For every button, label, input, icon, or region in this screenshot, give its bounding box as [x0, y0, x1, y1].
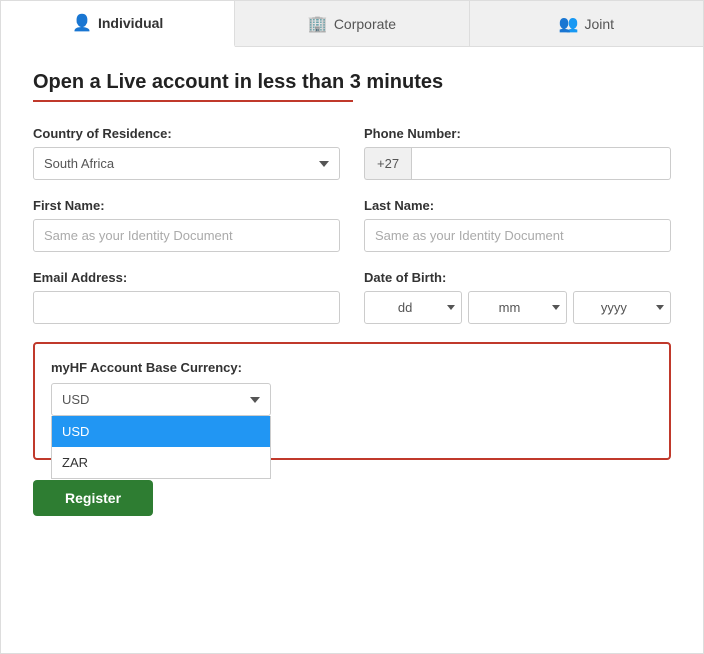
- group-lastname: Last Name:: [364, 198, 671, 252]
- email-label: Email Address:: [33, 270, 340, 285]
- group-email: Email Address:: [33, 270, 340, 324]
- tab-bar: 👤 Individual 🏢 Corporate 👥 Joint: [1, 1, 703, 47]
- dob-group: dd mm yyyy: [364, 291, 671, 324]
- register-button[interactable]: Register: [33, 480, 153, 516]
- country-label: Country of Residence:: [33, 126, 340, 141]
- page-title: Open a Live account in less than 3 minut…: [33, 71, 671, 94]
- group-firstname: First Name:: [33, 198, 340, 252]
- group-dob: Date of Birth: dd mm yyyy: [364, 270, 671, 324]
- lastname-label: Last Name:: [364, 198, 671, 213]
- firstname-input[interactable]: [33, 219, 340, 252]
- lastname-input[interactable]: [364, 219, 671, 252]
- currency-option-usd-item[interactable]: USD: [52, 416, 270, 447]
- row-names: First Name: Last Name:: [33, 198, 671, 252]
- dob-label: Date of Birth:: [364, 270, 671, 285]
- email-input[interactable]: [33, 291, 340, 324]
- tab-corporate[interactable]: 🏢 Corporate: [235, 1, 469, 46]
- firstname-label: First Name:: [33, 198, 340, 213]
- main-container: 👤 Individual 🏢 Corporate 👥 Joint Open a …: [0, 0, 704, 654]
- individual-icon: 👤: [72, 13, 92, 33]
- currency-dropdown-options: USD ZAR: [51, 416, 271, 479]
- corporate-icon: 🏢: [308, 14, 328, 34]
- title-underline: [33, 100, 353, 102]
- dob-dd-select[interactable]: dd: [364, 291, 462, 324]
- phone-group: +27: [364, 147, 671, 180]
- form-content: Open a Live account in less than 3 minut…: [1, 47, 703, 540]
- tab-joint[interactable]: 👥 Joint: [470, 1, 703, 46]
- dob-yyyy-select[interactable]: yyyy: [573, 291, 671, 324]
- phone-label: Phone Number:: [364, 126, 671, 141]
- phone-prefix: +27: [364, 147, 411, 180]
- currency-section-label: myHF Account Base Currency:: [51, 360, 653, 375]
- tab-individual[interactable]: 👤 Individual: [1, 1, 235, 47]
- currency-option-zar-item[interactable]: ZAR: [52, 447, 270, 478]
- currency-select[interactable]: USD ZAR: [51, 383, 271, 416]
- tab-individual-label: Individual: [98, 15, 163, 31]
- currency-dropdown-wrapper: USD ZAR USD ZAR: [51, 383, 271, 416]
- phone-input[interactable]: [411, 147, 671, 180]
- row-email-dob: Email Address: Date of Birth: dd mm yyyy: [33, 270, 671, 324]
- tab-joint-label: Joint: [584, 16, 614, 32]
- currency-section: myHF Account Base Currency: USD ZAR USD …: [33, 342, 671, 460]
- group-phone: Phone Number: +27: [364, 126, 671, 180]
- dob-mm-select[interactable]: mm: [468, 291, 566, 324]
- joint-icon: 👥: [559, 14, 579, 34]
- country-select[interactable]: South Africa United States United Kingdo…: [33, 147, 340, 180]
- tab-corporate-label: Corporate: [334, 16, 396, 32]
- row-country-phone: Country of Residence: South Africa Unite…: [33, 126, 671, 180]
- group-country: Country of Residence: South Africa Unite…: [33, 126, 340, 180]
